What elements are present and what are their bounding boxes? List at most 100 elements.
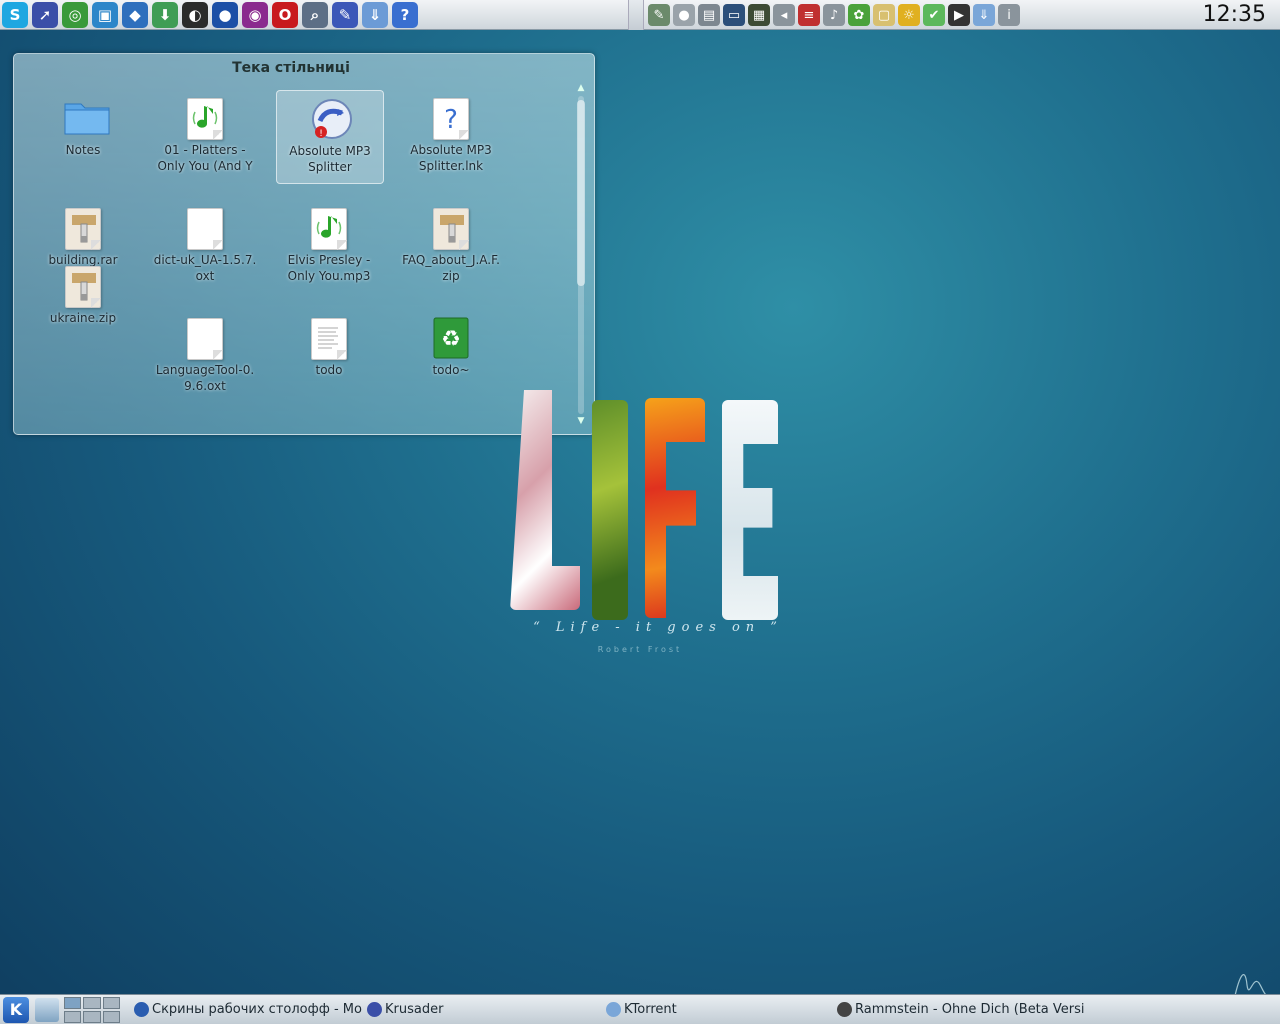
- desktop-pager[interactable]: [64, 997, 120, 1023]
- pager-desktop-3[interactable]: [102, 997, 120, 1009]
- network-icon[interactable]: ◎: [62, 2, 88, 28]
- folder-view-widget: Тека стільниці Notes 01 - Platters - Only…: [13, 53, 595, 435]
- black-circle-app-icon[interactable]: ◐: [182, 2, 208, 28]
- desktop-item-label: LanguageTool-0. 9.6.oxt: [155, 363, 255, 393]
- taskbar-entry[interactable]: Krusader: [365, 997, 605, 1023]
- pager-desktop-5[interactable]: [83, 1011, 101, 1023]
- desktop-item[interactable]: FAQ_about_J.A.F. zip: [398, 206, 504, 284]
- search-magnifier-icon[interactable]: ⌕: [302, 2, 328, 28]
- wallpaper-letter-f: [645, 398, 705, 618]
- monitor-tray-icon[interactable]: ▭: [723, 4, 745, 26]
- desktop-item[interactable]: LanguageTool-0. 9.6.oxt: [152, 316, 258, 394]
- folder-icon: [63, 96, 110, 140]
- clipboard-tray-icon[interactable]: ▤: [698, 4, 720, 26]
- desktop-item-label: FAQ_about_J.A.F. zip: [402, 253, 500, 283]
- recycle-file-icon: ♻: [431, 316, 471, 360]
- desktop-item-label: Absolute MP3 Splitter: [289, 144, 371, 174]
- svg-text:!: !: [319, 129, 323, 139]
- pager-desktop-2[interactable]: [83, 997, 101, 1009]
- wallpaper-letter-i: [592, 400, 628, 620]
- record-tray-icon[interactable]: ●: [673, 4, 695, 26]
- media-play-tray-icon[interactable]: ▶: [948, 4, 970, 26]
- taskbar-entry-label: Krusader: [385, 1002, 444, 1017]
- show-desktop-icon[interactable]: [35, 998, 59, 1022]
- desktop-item[interactable]: building.rar: [30, 206, 136, 268]
- archive-icon: [63, 206, 103, 250]
- check-tray-icon[interactable]: ✔: [923, 4, 945, 26]
- krusader-icon: [367, 1002, 382, 1017]
- folder-view-scrollbar[interactable]: ▲ ▼: [575, 82, 587, 427]
- svg-text:?: ?: [444, 105, 458, 134]
- desktop-item[interactable]: ? Absolute MP3 Splitter.lnk: [398, 96, 504, 174]
- taskbar-entry[interactable]: Rammstein - Ohne Dich (Beta Version): [835, 997, 1085, 1023]
- media-player-icon: [837, 1002, 852, 1017]
- desktop-item-label: todo~: [432, 363, 470, 377]
- image-viewer-icon[interactable]: ▣: [92, 2, 118, 28]
- blank-file-icon: [185, 206, 225, 250]
- archive-icon: [431, 206, 471, 250]
- audio-file-icon: [309, 206, 349, 250]
- folder-view-title: Тека стільниці: [232, 60, 350, 76]
- desktop-item[interactable]: todo: [276, 316, 382, 378]
- desktop-item[interactable]: dict-uk_UA-1.5.7. oxt: [152, 206, 258, 284]
- ktorrent-icon[interactable]: ⇓: [362, 2, 388, 28]
- pager-desktop-4[interactable]: [64, 1011, 82, 1023]
- panel-separator: [628, 0, 644, 30]
- pager-desktop-6[interactable]: [102, 1011, 120, 1023]
- wallpaper-letter-l: [510, 390, 580, 610]
- desktop-item-label: todo: [315, 363, 343, 377]
- pen-tray-icon[interactable]: ✎: [648, 4, 670, 26]
- audio-file-icon: [185, 96, 225, 140]
- desktop-item[interactable]: Elvis Presley - Only You.mp3: [276, 206, 382, 284]
- system-monitor-tray-icon[interactable]: ▦: [748, 4, 770, 26]
- wallpaper-life-artwork: [500, 380, 790, 620]
- wallpaper-author: Robert Frost: [597, 645, 683, 654]
- scrollbar-thumb[interactable]: [577, 100, 585, 286]
- wallpaper-quote: “ Life - it goes on ”: [533, 620, 783, 635]
- svg-text:♻: ♻: [441, 327, 461, 352]
- ktorrent-icon: [606, 1002, 621, 1017]
- taskbar-entry-label: Скрины рабочих столофф - Mozilla: [152, 1002, 362, 1017]
- desktop-item-label: Absolute MP3 Splitter.lnk: [410, 143, 492, 173]
- blue-app-icon[interactable]: ◆: [122, 2, 148, 28]
- blank-file-icon: [185, 316, 225, 360]
- kmenu-button[interactable]: K: [3, 997, 29, 1023]
- taskbar-entry[interactable]: KTorrent: [604, 997, 834, 1023]
- desktop-item[interactable]: ukraine.zip: [30, 264, 136, 326]
- scroll-up-arrow-icon[interactable]: ▲: [575, 82, 587, 94]
- edit-tool-icon[interactable]: ✎: [332, 2, 358, 28]
- volume-icon[interactable]: ♪: [823, 4, 845, 26]
- notes-tray-icon[interactable]: ▢: [873, 4, 895, 26]
- desktop-item-label: dict-uk_UA-1.5.7. oxt: [153, 253, 257, 283]
- opera-icon[interactable]: O: [272, 2, 298, 28]
- info-tray-icon[interactable]: i: [998, 4, 1020, 26]
- desktop-item-label: 01 - Platters - Only You (And Y: [157, 143, 253, 173]
- quick-launch-bar: S ➚ ◎ ▣ ◆ ⬇ ◐ ● ◉ O ⌕ ✎ ⇓?: [2, 2, 418, 28]
- desktop-item[interactable]: 01 - Platters - Only You (And Y: [152, 96, 258, 174]
- globe-icon[interactable]: ●: [212, 2, 238, 28]
- desktop-item[interactable]: Notes: [30, 96, 136, 158]
- taskbar-entry[interactable]: Скрины рабочих столофф - Mozilla: [132, 997, 362, 1023]
- help-icon[interactable]: ?: [392, 2, 418, 28]
- skype-icon[interactable]: S: [2, 2, 28, 28]
- pointer-tool-icon[interactable]: ➚: [32, 2, 58, 28]
- desktop-item-label: ukraine.zip: [49, 311, 117, 325]
- unknown-file-icon: ?: [431, 96, 471, 140]
- eye-app-icon[interactable]: ◉: [242, 2, 268, 28]
- clock[interactable]: 12:35: [1203, 0, 1266, 30]
- arrow-left-tray-icon[interactable]: ◂: [773, 4, 795, 26]
- download-icon[interactable]: ⬇: [152, 2, 178, 28]
- desktop-item[interactable]: ! Absolute MP3 Splitter: [276, 90, 384, 184]
- bulb-tray-icon[interactable]: ☼: [898, 4, 920, 26]
- firefox-icon: [134, 1002, 149, 1017]
- system-tray: ✎ ● ▤ ▭ ▦ ◂ ≡ ♪ ✿ ▢ ☼ ✔ ▶ ⇓ i: [648, 2, 1020, 28]
- pager-desktop-1[interactable]: [64, 997, 82, 1009]
- top-panel: S ➚ ◎ ▣ ◆ ⬇ ◐ ● ◉ O ⌕ ✎ ⇓? ✎ ● ▤ ▭ ▦ ◂ ≡ ♪ ✿ ▢ ☼ ✔ ▶ ⇓ i 12:35: [0, 0, 1280, 30]
- taskbar-entry-label: Rammstein - Ohne Dich (Beta Version): [855, 1002, 1085, 1017]
- green-app-tray-icon[interactable]: ✿: [848, 4, 870, 26]
- desktop-item-label: Elvis Presley - Only You.mp3: [287, 253, 371, 283]
- desktop-item[interactable]: ♻ todo~: [398, 316, 504, 378]
- mp3-splitter-icon: !: [310, 97, 352, 141]
- download-tray-icon[interactable]: ⇓: [973, 4, 995, 26]
- keyboard-layout-flag-icon[interactable]: ≡: [798, 4, 820, 26]
